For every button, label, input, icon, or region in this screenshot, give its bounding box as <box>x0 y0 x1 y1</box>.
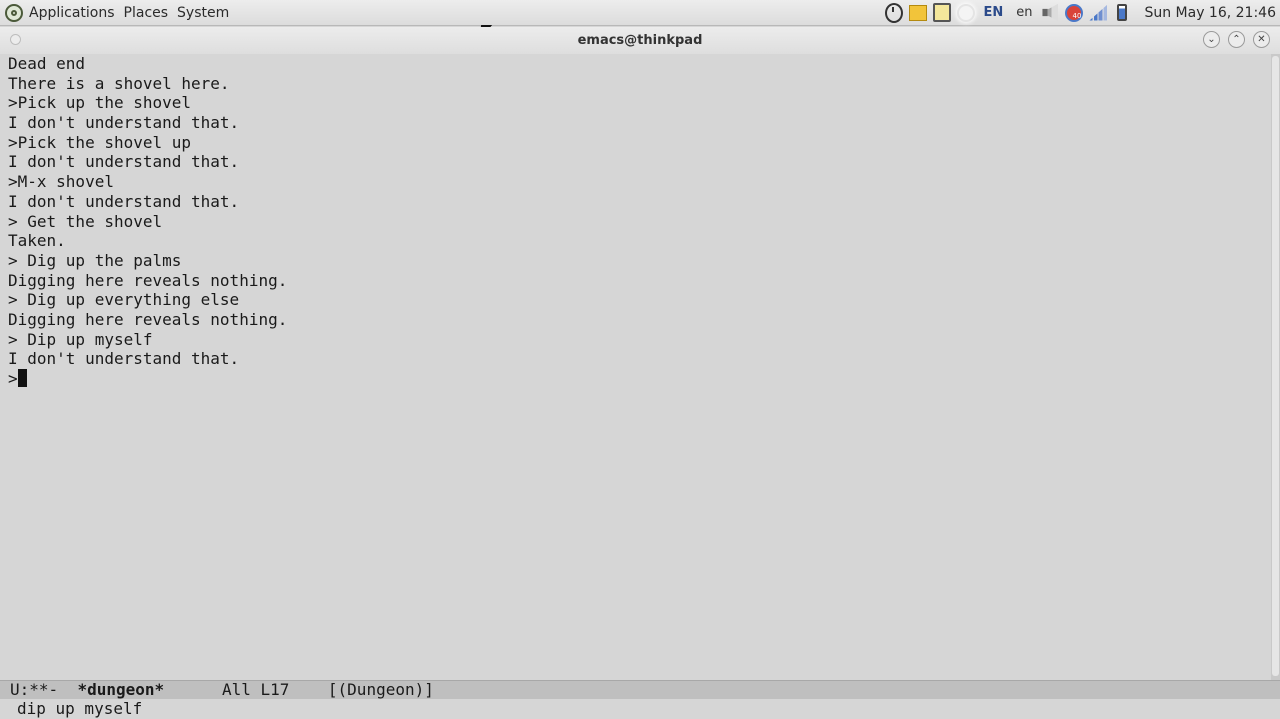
battery-icon[interactable] <box>1113 4 1131 22</box>
buffer-line: I don't understand that. <box>8 152 240 172</box>
buffer-line: Taken. <box>8 231 66 251</box>
menu-applications[interactable]: Applications <box>29 5 115 21</box>
buffer-line: Digging here reveals nothing. <box>8 270 288 290</box>
buffer-line: Dead end <box>8 54 86 73</box>
minimize-button[interactable]: ⌄ <box>1203 31 1220 48</box>
clock-icon[interactable] <box>885 2 904 23</box>
buffer-line: I don't understand that. <box>8 113 240 133</box>
language-indicator[interactable]: en <box>1016 5 1032 20</box>
buffer-line: > Dig up the palms <box>8 250 182 270</box>
scrollbar-thumb[interactable] <box>1272 56 1279 676</box>
menu-system[interactable]: System <box>177 5 229 21</box>
buffer-line: > Get the shovel <box>8 211 163 231</box>
scrollbar[interactable] <box>1271 54 1280 680</box>
modeline-status: U:**- <box>10 680 59 699</box>
maximize-button[interactable]: ⌃ <box>1228 31 1245 48</box>
buffer-text: Dead end There is a shovel here. >Pick up … <box>0 54 1271 389</box>
buffer-line: I don't understand that. <box>8 191 240 211</box>
modeline-buffer-name[interactable]: *dungeon* <box>77 680 164 699</box>
mode-line[interactable]: U:**- *dungeon* All L17 [(Dungeon)] <box>0 680 1280 699</box>
buffer-line: Digging here reveals nothing. <box>8 309 288 329</box>
window-controls: ⌄ ⌃ ✕ <box>1203 31 1270 48</box>
buffer-line: >M-x shovel <box>8 172 114 192</box>
menu-places[interactable]: Places <box>124 5 169 21</box>
panel-clock[interactable]: Sun May 16, 21:46 <box>1144 5 1276 21</box>
minibuffer[interactable]: dip up myself <box>0 699 1280 719</box>
input-prompt-line[interactable]: > <box>8 369 1271 389</box>
network-signal-icon[interactable] <box>1089 4 1108 22</box>
input-prompt: > <box>8 369 18 388</box>
window-menu-icon[interactable] <box>10 34 21 45</box>
buffer-line: > Dip up myself <box>8 329 153 349</box>
volume-icon[interactable] <box>1041 3 1059 22</box>
monitor-icon[interactable] <box>933 3 952 22</box>
top-panel: Applications Places System EN en 40 Sun … <box>0 0 1280 26</box>
close-button[interactable]: ✕ <box>1253 31 1270 48</box>
emacs-buffer[interactable]: Dead end There is a shovel here. >Pick up … <box>0 54 1271 680</box>
modeline-position: All L17 <box>221 680 290 699</box>
window-titlebar[interactable]: emacs@thinkpad ⌄ ⌃ ✕ <box>0 27 1280 54</box>
text-cursor <box>17 369 27 387</box>
notification-icon[interactable]: 40 <box>1065 3 1084 22</box>
notification-count: 40 <box>1072 11 1082 20</box>
mail-icon[interactable] <box>909 4 928 22</box>
modeline-mode[interactable]: [(Dungeon)] <box>328 680 434 699</box>
buffer-line: I don't understand that. <box>8 349 240 369</box>
window-title: emacs@thinkpad <box>577 33 703 48</box>
buffer-line: >Pick the shovel up <box>8 132 192 152</box>
buffer-line: >Pick up the shovel <box>8 93 192 113</box>
system-tray: EN en 40 Sun May 16, 21:46 <box>882 0 1280 26</box>
keyboard-layout-indicator[interactable]: EN <box>983 5 1003 20</box>
brightness-icon[interactable] <box>957 4 975 22</box>
buffer-line: There is a shovel here. <box>8 73 230 93</box>
buffer-line: > Dig up everything else <box>8 290 240 310</box>
distro-logo-icon[interactable] <box>5 3 23 22</box>
